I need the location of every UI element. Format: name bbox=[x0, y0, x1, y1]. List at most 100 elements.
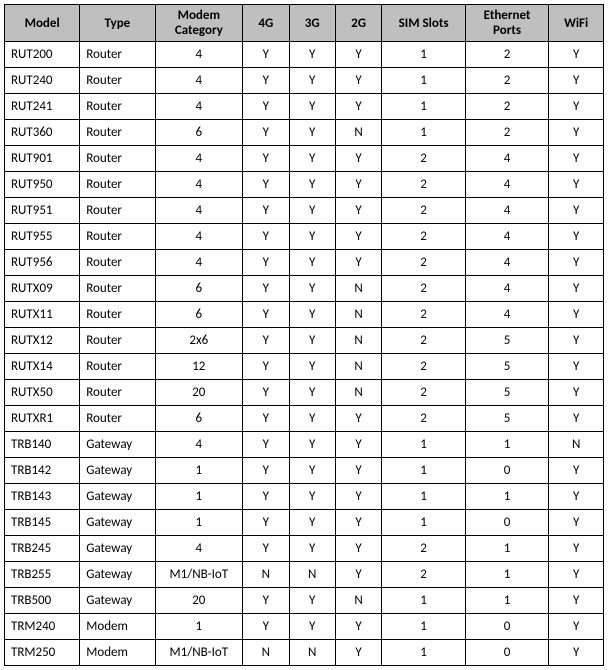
cell-wifi: Y bbox=[549, 328, 604, 354]
cell-3g: Y bbox=[289, 198, 335, 224]
cell-ethernet-ports: 4 bbox=[465, 276, 549, 302]
cell-model: TRB140 bbox=[5, 432, 80, 458]
col-header-modem-category: ModemCategory bbox=[155, 5, 243, 42]
cell-modem-category: M1/NB-IoT bbox=[155, 640, 243, 666]
cell-3g: Y bbox=[289, 510, 335, 536]
cell-4g: Y bbox=[243, 614, 289, 640]
cell-wifi: Y bbox=[549, 302, 604, 328]
cell-ethernet-ports: 4 bbox=[465, 250, 549, 276]
cell-wifi: Y bbox=[549, 276, 604, 302]
cell-modem-category: 20 bbox=[155, 380, 243, 406]
table-row: RUTXR1Router6YYY25Y bbox=[5, 406, 604, 432]
cell-wifi: Y bbox=[549, 42, 604, 68]
table-row: RUTX12Router2x6YYN25Y bbox=[5, 328, 604, 354]
cell-wifi: Y bbox=[549, 562, 604, 588]
cell-wifi: Y bbox=[549, 484, 604, 510]
cell-sim-slots: 1 bbox=[382, 42, 466, 68]
table-row: RUTX09Router6YYN24Y bbox=[5, 276, 604, 302]
table-row: TRB140Gateway4YYY11N bbox=[5, 432, 604, 458]
cell-model: RUTX09 bbox=[5, 276, 80, 302]
cell-4g: Y bbox=[243, 94, 289, 120]
cell-model: TRB255 bbox=[5, 562, 80, 588]
cell-sim-slots: 1 bbox=[382, 458, 466, 484]
cell-4g: Y bbox=[243, 250, 289, 276]
cell-4g: Y bbox=[243, 432, 289, 458]
cell-2g: Y bbox=[335, 42, 381, 68]
cell-ethernet-ports: 1 bbox=[465, 562, 549, 588]
cell-4g: Y bbox=[243, 536, 289, 562]
cell-ethernet-ports: 5 bbox=[465, 354, 549, 380]
cell-wifi: N bbox=[549, 432, 604, 458]
cell-3g: Y bbox=[289, 302, 335, 328]
cell-4g: Y bbox=[243, 510, 289, 536]
cell-modem-category: 1 bbox=[155, 510, 243, 536]
cell-ethernet-ports: 0 bbox=[465, 510, 549, 536]
cell-wifi: Y bbox=[549, 146, 604, 172]
cell-4g: Y bbox=[243, 42, 289, 68]
cell-modem-category: 20 bbox=[155, 588, 243, 614]
cell-4g: Y bbox=[243, 458, 289, 484]
cell-type: Router bbox=[80, 198, 155, 224]
cell-4g: Y bbox=[243, 276, 289, 302]
cell-sim-slots: 2 bbox=[382, 250, 466, 276]
cell-ethernet-ports: 2 bbox=[465, 94, 549, 120]
table-row: TRM240Modem1YYY10Y bbox=[5, 614, 604, 640]
cell-2g: Y bbox=[335, 562, 381, 588]
cell-modem-category: 4 bbox=[155, 42, 243, 68]
table-row: RUT240Router4YYY12Y bbox=[5, 68, 604, 94]
cell-wifi: Y bbox=[549, 94, 604, 120]
table-row: TRM250ModemM1/NB-IoTNNY10Y bbox=[5, 640, 604, 666]
cell-sim-slots: 1 bbox=[382, 94, 466, 120]
cell-3g: Y bbox=[289, 146, 335, 172]
cell-ethernet-ports: 2 bbox=[465, 42, 549, 68]
cell-type: Gateway bbox=[80, 484, 155, 510]
col-header-model: Model bbox=[5, 5, 80, 42]
cell-4g: Y bbox=[243, 198, 289, 224]
table-row: RUT951Router4YYY24Y bbox=[5, 198, 604, 224]
table-row: RUT360Router6YYN12Y bbox=[5, 120, 604, 146]
cell-2g: N bbox=[335, 380, 381, 406]
cell-type: Router bbox=[80, 224, 155, 250]
cell-3g: Y bbox=[289, 172, 335, 198]
table-row: RUTX11Router6YYN24Y bbox=[5, 302, 604, 328]
table-row: TRB145Gateway1YYY10Y bbox=[5, 510, 604, 536]
cell-4g: Y bbox=[243, 224, 289, 250]
table-body: RUT200Router4YYY12YRUT240Router4YYY12YRU… bbox=[5, 42, 604, 666]
table-row: RUT950Router4YYY24Y bbox=[5, 172, 604, 198]
cell-2g: N bbox=[335, 302, 381, 328]
cell-2g: N bbox=[335, 276, 381, 302]
cell-ethernet-ports: 4 bbox=[465, 198, 549, 224]
cell-sim-slots: 2 bbox=[382, 406, 466, 432]
cell-ethernet-ports: 1 bbox=[465, 588, 549, 614]
cell-3g: Y bbox=[289, 484, 335, 510]
cell-wifi: Y bbox=[549, 588, 604, 614]
cell-wifi: Y bbox=[549, 510, 604, 536]
cell-2g: N bbox=[335, 120, 381, 146]
table-row: RUT901Router4YYY24Y bbox=[5, 146, 604, 172]
cell-2g: Y bbox=[335, 510, 381, 536]
cell-modem-category: 1 bbox=[155, 458, 243, 484]
cell-3g: Y bbox=[289, 276, 335, 302]
cell-3g: Y bbox=[289, 68, 335, 94]
cell-type: Router bbox=[80, 42, 155, 68]
cell-modem-category: 4 bbox=[155, 432, 243, 458]
cell-4g: Y bbox=[243, 146, 289, 172]
cell-modem-category: 1 bbox=[155, 484, 243, 510]
cell-4g: Y bbox=[243, 380, 289, 406]
cell-type: Gateway bbox=[80, 588, 155, 614]
cell-4g: N bbox=[243, 562, 289, 588]
cell-model: RUT240 bbox=[5, 68, 80, 94]
table-row: TRB500Gateway20YYN11Y bbox=[5, 588, 604, 614]
cell-3g: Y bbox=[289, 354, 335, 380]
cell-sim-slots: 1 bbox=[382, 432, 466, 458]
cell-sim-slots: 1 bbox=[382, 588, 466, 614]
cell-4g: N bbox=[243, 640, 289, 666]
col-header-type: Type bbox=[80, 5, 155, 42]
cell-type: Router bbox=[80, 68, 155, 94]
cell-4g: Y bbox=[243, 328, 289, 354]
cell-type: Modem bbox=[80, 640, 155, 666]
spec-table: ModelTypeModemCategory4G3G2GSIM SlotsEth… bbox=[4, 4, 604, 666]
cell-sim-slots: 1 bbox=[382, 120, 466, 146]
table-row: RUTX50Router20YYN25Y bbox=[5, 380, 604, 406]
cell-ethernet-ports: 5 bbox=[465, 406, 549, 432]
